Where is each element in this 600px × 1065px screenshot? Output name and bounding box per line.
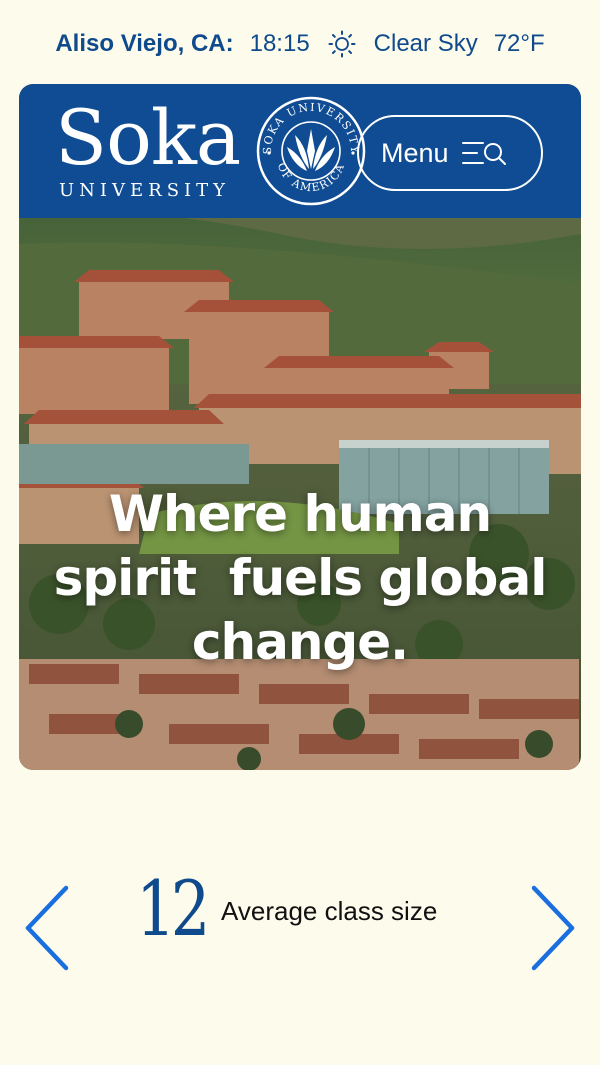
headline-line-3: change. bbox=[191, 613, 409, 671]
time-text: 18:15 bbox=[249, 30, 310, 57]
stat-carousel: 12 Average class size bbox=[0, 860, 600, 980]
stat-label: Average class size bbox=[221, 896, 438, 926]
sun-icon bbox=[328, 30, 356, 58]
menu-label: Menu bbox=[381, 137, 449, 168]
weather-condition: Clear Sky bbox=[373, 30, 478, 57]
menu-search-icon bbox=[461, 142, 506, 165]
weather-status-bar: Aliso Viejo, CA: 18:15 Clear Sky 72°F bbox=[0, 24, 600, 64]
hero-card: Soka UNIVERSITY SOKA UNIVERSITY OF AMERI… bbox=[19, 84, 581, 770]
previous-arrow-icon[interactable] bbox=[22, 884, 74, 972]
headline-line-1: Where human bbox=[108, 485, 492, 543]
menu-button[interactable]: Menu bbox=[357, 115, 543, 191]
temperature-text: 72°F bbox=[493, 30, 545, 57]
stat-value: 12 bbox=[136, 864, 210, 953]
soka-logo[interactable]: Soka UNIVERSITY bbox=[55, 93, 241, 202]
location-text: Aliso Viejo, CA: bbox=[55, 30, 234, 57]
next-arrow-icon[interactable] bbox=[526, 884, 578, 972]
logo-subtitle: UNIVERSITY bbox=[59, 180, 231, 201]
site-header: Soka UNIVERSITY SOKA UNIVERSITY OF AMERI… bbox=[19, 84, 581, 218]
headline-line-2: spirit fuels global bbox=[53, 549, 548, 607]
logo-wordmark-text: Soka bbox=[55, 93, 241, 182]
university-seal-icon: SOKA UNIVERSITY OF AMERICA bbox=[256, 96, 366, 206]
hero-headline: Where human spirit fuels global change. bbox=[19, 482, 581, 674]
